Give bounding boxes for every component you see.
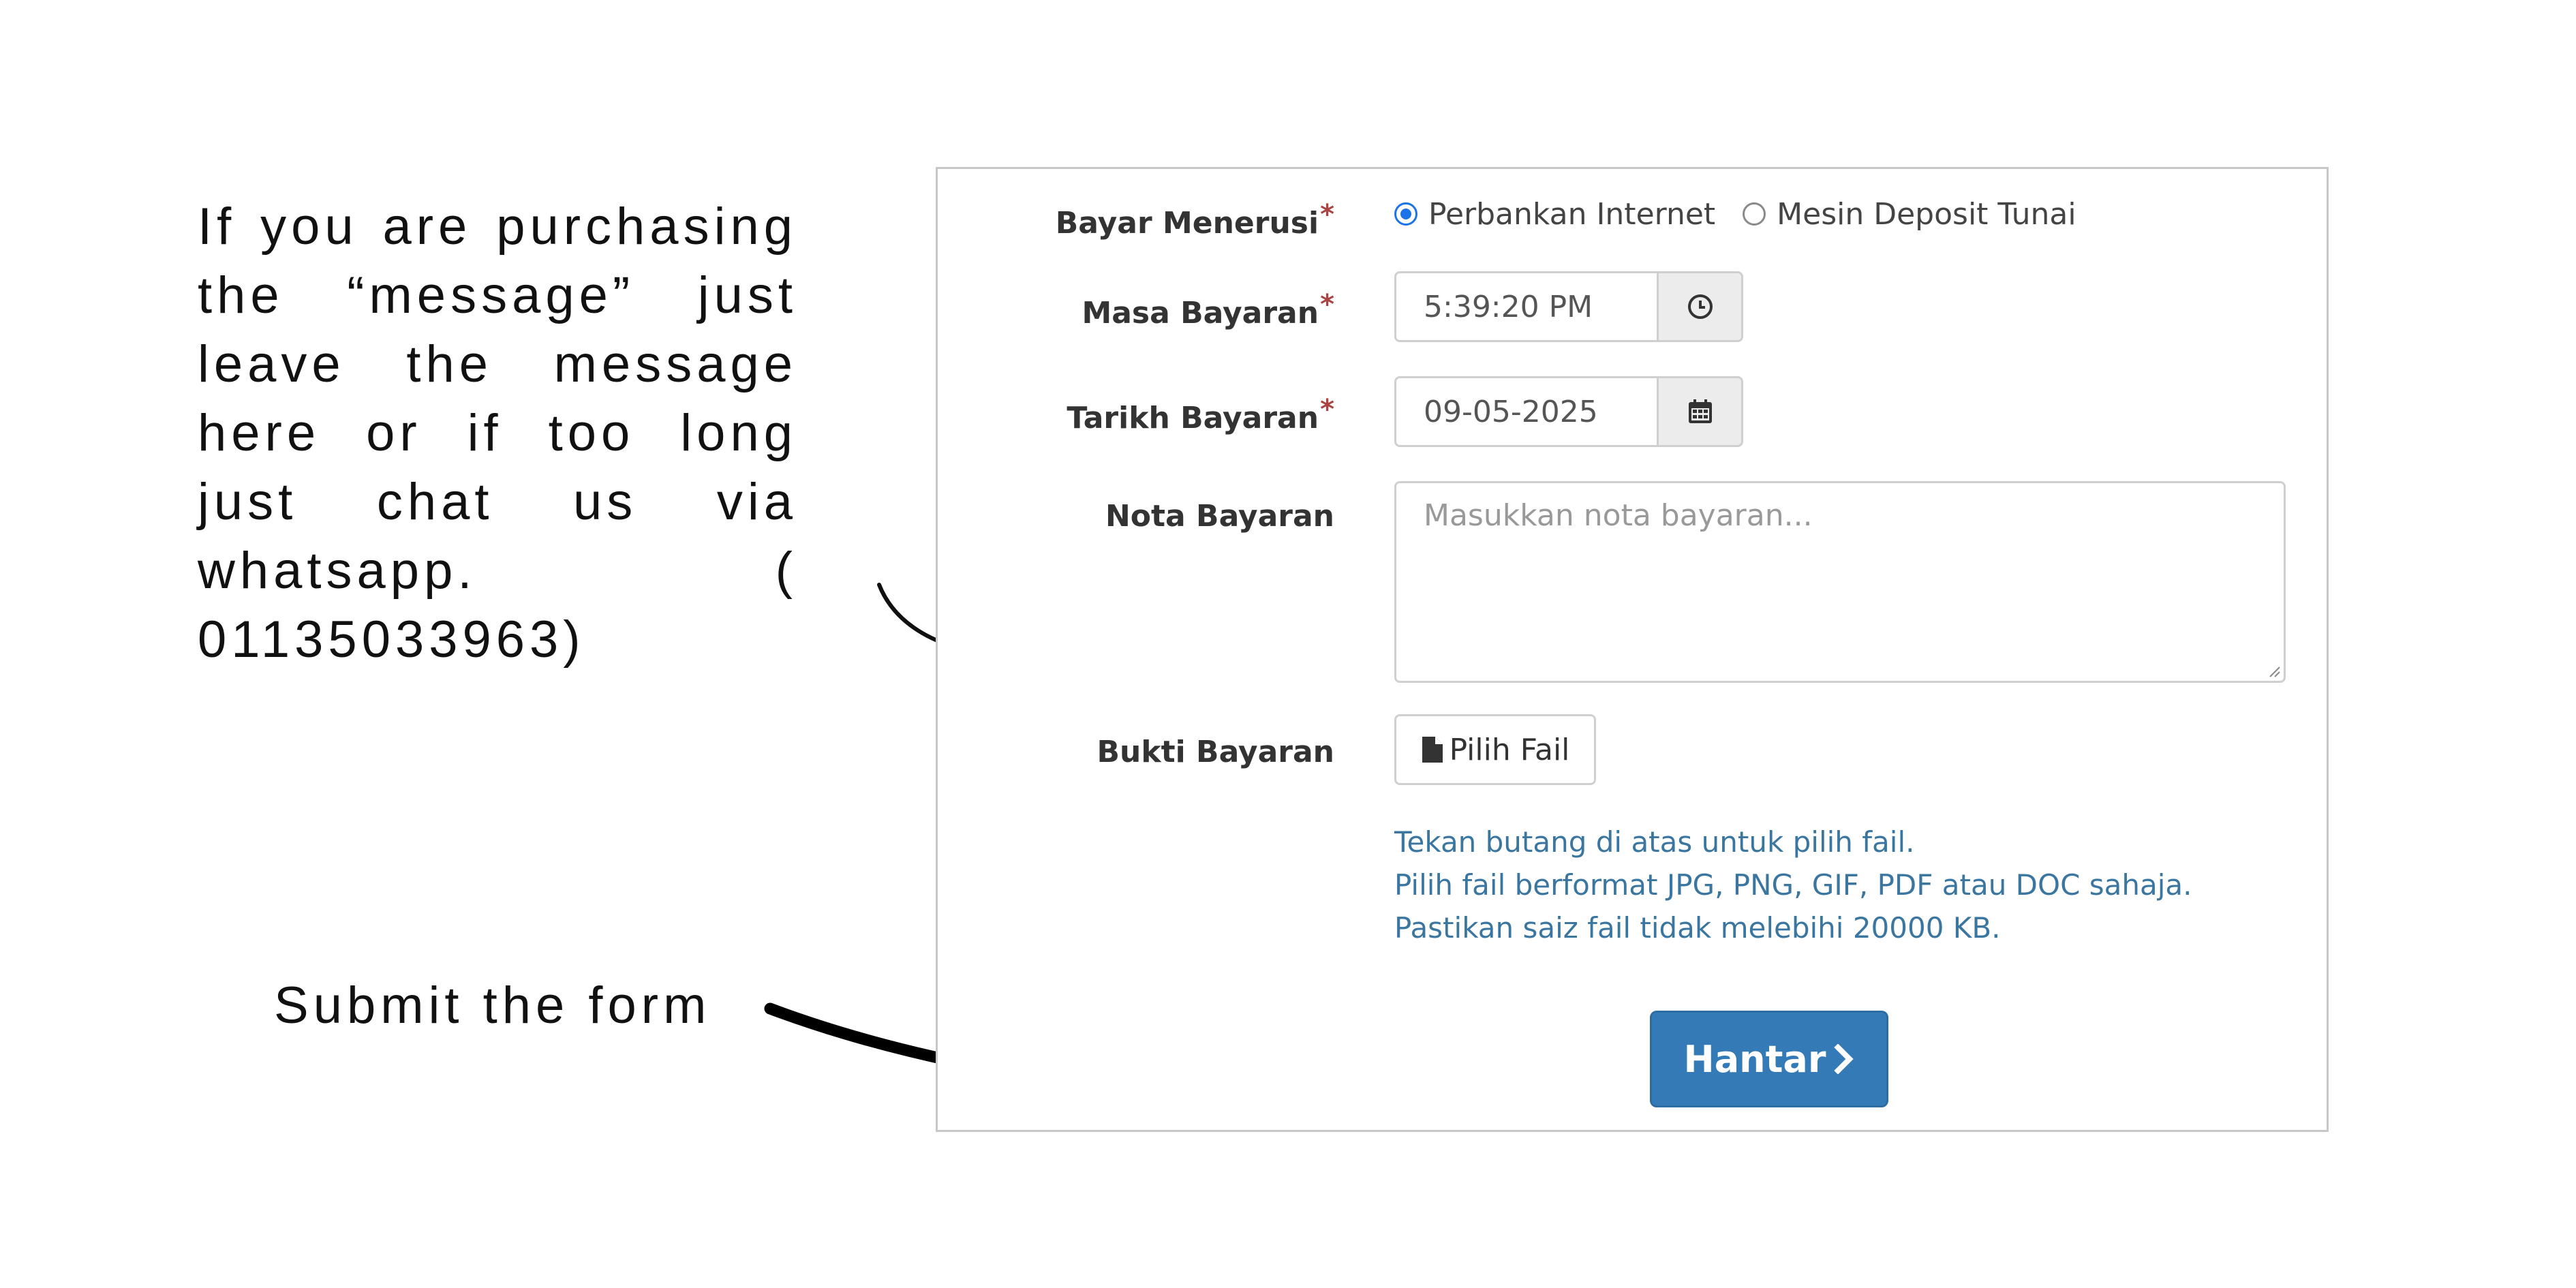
submit-button-label: Hantar (1683, 1037, 1826, 1081)
file-help-text: Tekan butang di atas untuk pilih fail. P… (1394, 821, 2192, 949)
payment-form: Bayar Menerusi* Perbankan Internet Mesin… (936, 167, 2329, 1132)
required-mark: * (1320, 199, 1334, 230)
required-mark: * (1320, 289, 1334, 320)
choose-file-label: Pilih Fail (1449, 732, 1570, 767)
resize-handle-icon[interactable] (2266, 663, 2281, 678)
payment-date-group: 09-05-2025 (1394, 376, 1743, 447)
time-picker-button[interactable] (1659, 271, 1743, 342)
clock-icon (1687, 294, 1713, 319)
payment-time-input[interactable]: 5:39:20 PM (1394, 271, 1659, 342)
required-mark: * (1320, 394, 1334, 425)
payment-proof-label: Bukti Bayaran (1097, 735, 1334, 769)
payment-method-options: Perbankan Internet Mesin Deposit Tunai (1394, 194, 2104, 234)
payment-date-label: Tarikh Bayaran* (925, 394, 1334, 435)
payment-note-textarea[interactable]: Masukkan nota bayaran... (1394, 481, 2286, 683)
choose-file-button[interactable]: Pilih Fail (1394, 714, 1596, 785)
radio-cash-deposit-machine-label[interactable]: Mesin Deposit Tunai (1777, 197, 2076, 232)
chevron-right-icon (1834, 1044, 1854, 1074)
calendar-icon (1688, 399, 1712, 423)
payment-date-input[interactable]: 09-05-2025 (1394, 376, 1659, 447)
payment-date-label-row: Tarikh Bayaran* (938, 388, 1334, 435)
file-icon (1422, 737, 1443, 763)
date-picker-button[interactable] (1659, 376, 1743, 447)
payment-note-label-row: Nota Bayaran (938, 493, 1334, 534)
payment-method-label-row: Bayar Menerusi* (938, 194, 1334, 241)
file-help-line: Pilih fail berformat JPG, PNG, GIF, PDF … (1394, 868, 2192, 902)
payment-time-label-text: Masa Bayaran (1082, 296, 1319, 331)
payment-method-label: Bayar Menerusi* (925, 199, 1334, 241)
radio-internet-banking[interactable] (1394, 202, 1417, 226)
file-help-line: Pastikan saiz fail tidak melebihi 20000 … (1394, 911, 2001, 945)
payment-date-label-text: Tarikh Bayaran (1067, 401, 1319, 435)
payment-note-label: Nota Bayaran (1105, 499, 1334, 534)
radio-cash-deposit-machine[interactable] (1743, 202, 1766, 226)
payment-time-label-row: Masa Bayaran* (938, 283, 1334, 331)
submit-button[interactable]: Hantar (1650, 1011, 1888, 1107)
payment-time-group: 5:39:20 PM (1394, 271, 1743, 342)
payment-method-label-text: Bayar Menerusi (1055, 206, 1319, 241)
payment-proof-label-row: Bukti Bayaran (938, 729, 1334, 770)
file-help-line: Tekan butang di atas untuk pilih fail. (1394, 825, 1915, 859)
payment-time-label: Masa Bayaran* (925, 289, 1334, 331)
payment-note-placeholder: Masukkan nota bayaran... (1424, 498, 1813, 533)
radio-internet-banking-label[interactable]: Perbankan Internet (1428, 197, 1715, 232)
